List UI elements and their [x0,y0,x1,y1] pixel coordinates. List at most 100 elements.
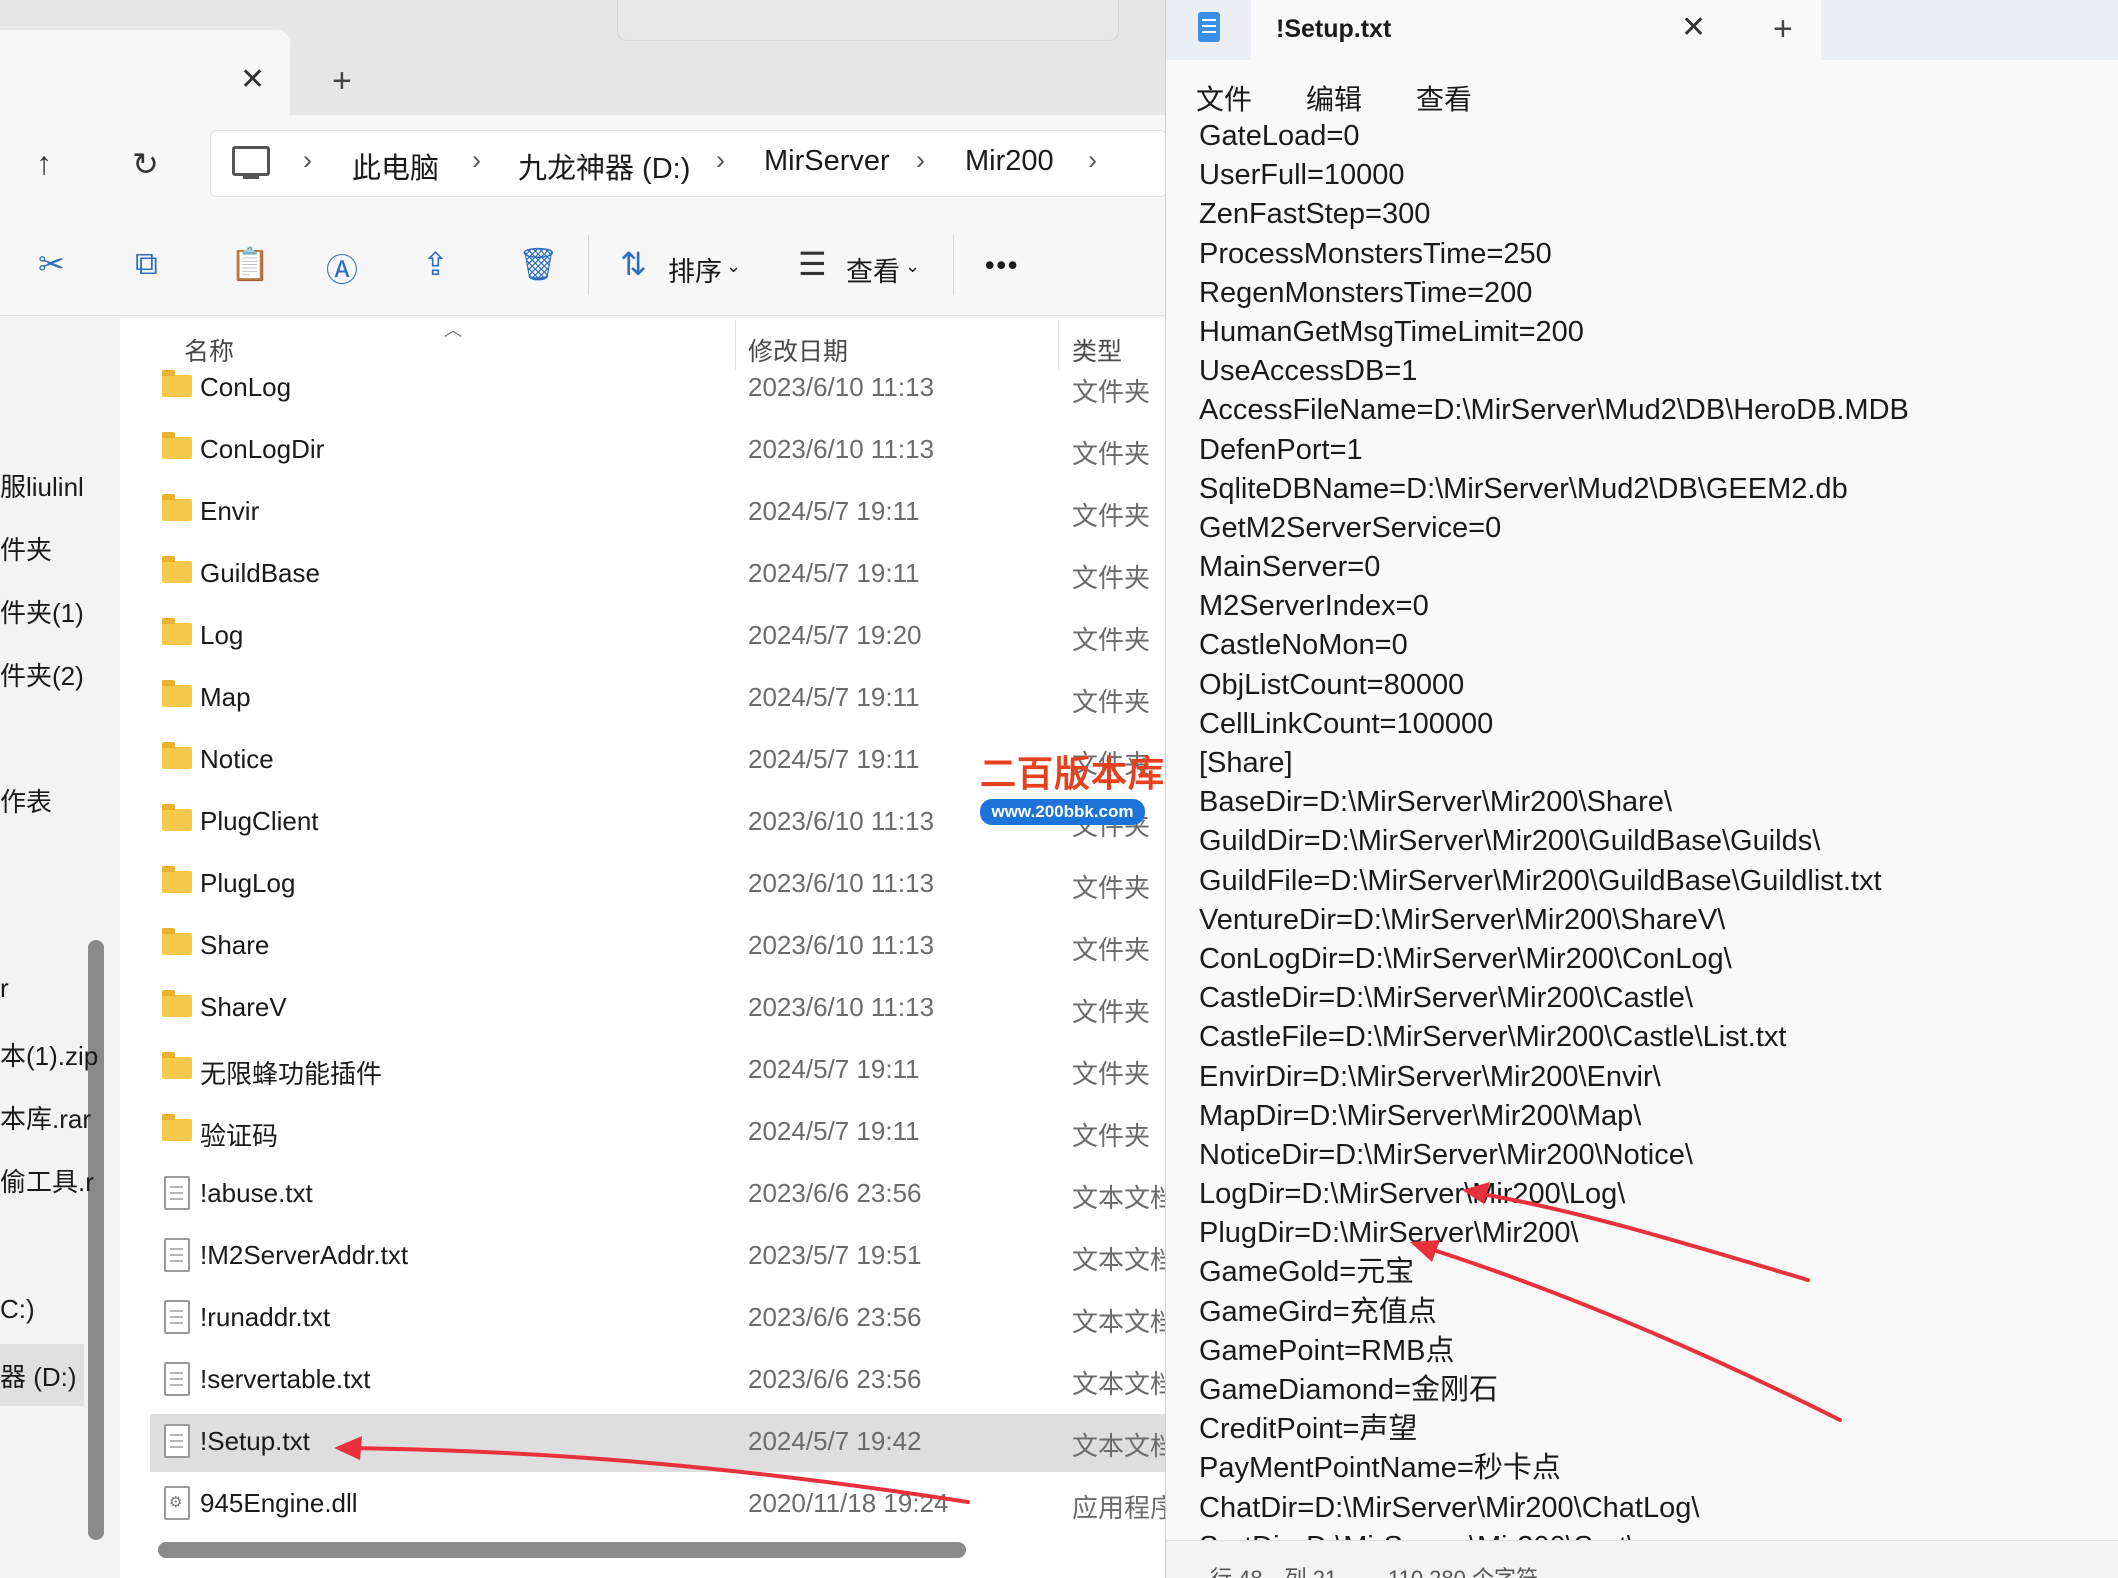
paste-icon[interactable]: 📋 [230,245,270,283]
file-row[interactable]: !M2ServerAddr.txt 2023/5/7 19:51 文本文档 [150,1228,1165,1286]
refresh-icon[interactable]: ↻ [132,145,159,183]
sidebar-item[interactable]: 服liulinl [0,467,84,504]
text-line[interactable]: GameGird=充值点 [1199,1293,1909,1332]
file-row[interactable]: 无限蜂功能插件 2024/5/7 19:11 文件夹 [150,1042,1165,1100]
file-row[interactable]: !abuse.txt 2023/6/6 23:56 文本文档 [150,1166,1165,1224]
file-row[interactable]: ConLog 2023/6/10 11:13 文件夹 [150,360,1165,418]
sidebar-item[interactable]: C:) [0,1294,35,1325]
text-line[interactable]: DefenPort=1 [1199,431,1909,470]
text-line[interactable]: GuildDir=D:\MirServer\Mir200\GuildBase\G… [1199,822,1909,861]
sidebar-item[interactable]: 件夹(2) [0,656,84,693]
text-line[interactable]: GateLoad=0 [1199,122,1909,156]
text-line[interactable]: RegenMonstersTime=200 [1199,274,1909,313]
close-tab-icon[interactable]: ✕ [240,62,265,97]
text-line[interactable]: ConLogDir=D:\MirServer\Mir200\ConLog\ [1199,940,1909,979]
text-line[interactable]: CellLinkCount=100000 [1199,705,1909,744]
sidebar-item[interactable]: 本库.rar [0,1099,91,1136]
rename-icon[interactable]: Ⓐ [326,245,358,291]
text-line[interactable]: BaseDir=D:\MirServer\Mir200\Share\ [1199,783,1909,822]
share-icon[interactable]: ⇪ [422,245,449,283]
text-line[interactable]: PayMentPointName=秒卡点 [1199,1449,1909,1488]
sidebar-item[interactable]: 件夹 [0,530,52,567]
chevron-right-icon[interactable]: › [716,145,725,176]
text-line[interactable]: MapDir=D:\MirServer\Mir200\Map\ [1199,1097,1909,1136]
text-line[interactable]: HumanGetMsgTimeLimit=200 [1199,313,1909,352]
chevron-right-icon[interactable]: › [472,145,481,176]
file-row[interactable]: !runaddr.txt 2023/6/6 23:56 文本文档 [150,1290,1165,1348]
text-line[interactable]: [Share] [1199,744,1909,783]
menu-file[interactable]: 文件 [1196,78,1252,118]
chevron-right-icon[interactable]: › [916,145,925,176]
sidebar-item[interactable]: 器 (D:) [0,1357,77,1394]
text-editor-area[interactable]: GateLoad=0 UserFull=10000 ZenFastStep=300 P… [1199,122,2099,1540]
sort-button[interactable]: 排序 [668,250,722,289]
text-line[interactable]: VentureDir=D:\MirServer\Mir200\ShareV\ [1199,901,1909,940]
text-line[interactable]: EnvirDir=D:\MirServer\Mir200\Envir\ [1199,1058,1909,1097]
text-line[interactable]: MainServer=0 [1199,548,1909,587]
file-row[interactable]: Log 2024/5/7 19:20 文件夹 [150,608,1165,666]
text-line[interactable]: SqliteDBName=D:\MirServer\Mud2\DB\GEEM2.… [1199,470,1909,509]
this-pc-icon[interactable] [232,146,270,179]
file-row[interactable]: Map 2024/5/7 19:11 文件夹 [150,670,1165,728]
file-row[interactable]: ShareV 2023/6/10 11:13 文件夹 [150,980,1165,1038]
copy-icon[interactable]: ⧉ [135,245,158,283]
text-line[interactable]: UseAccessDB=1 [1199,352,1909,391]
chevron-down-icon[interactable]: ⌄ [726,256,741,277]
file-row[interactable]: ConLogDir 2023/6/10 11:13 文件夹 [150,422,1165,480]
up-arrow-icon[interactable]: ↑ [36,145,52,182]
view-list-icon[interactable]: ☰ [798,245,827,283]
breadcrumb-mirserver[interactable]: MirServer [764,145,890,178]
file-row[interactable]: !Setup.txt 2024/5/7 19:42 文本文档 [150,1414,1165,1472]
text-line[interactable]: M2ServerIndex=0 [1199,587,1909,626]
sidebar-item[interactable]: r [0,973,9,1004]
new-tab-button[interactable]: + [1773,10,1793,49]
text-line[interactable]: GameGold=元宝 [1199,1253,1909,1292]
text-line[interactable]: ChatDir=D:\MirServer\Mir200\ChatLog\ [1199,1489,1909,1528]
breadcrumb-this-pc[interactable]: 此电脑 [352,145,439,187]
sidebar-item[interactable]: 件夹(1) [0,593,84,630]
text-line[interactable]: CastleNoMon=0 [1199,626,1909,665]
text-line[interactable]: SortDir=D:\MirServer\Mir200\Sort\ [1199,1528,1909,1540]
sidebar-item[interactable]: 本(1).zip [0,1036,98,1073]
text-line[interactable]: ObjListCount=80000 [1199,666,1909,705]
sidebar-item[interactable]: 作表 [0,782,52,819]
more-options-button[interactable]: ••• [985,250,1019,281]
text-line[interactable]: PlugDir=D:\MirServer\Mir200\ [1199,1214,1909,1253]
text-line[interactable]: CastleDir=D:\MirServer\Mir200\Castle\ [1199,979,1909,1018]
cut-icon[interactable]: ✂ [38,245,65,283]
close-tab-icon[interactable]: ✕ [1681,10,1706,45]
text-line[interactable]: ProcessMonstersTime=250 [1199,235,1909,274]
menu-view[interactable]: 查看 [1416,78,1472,118]
notepad-tab-title[interactable]: !Setup.txt [1276,15,1391,44]
file-row[interactable]: Envir 2024/5/7 19:11 文件夹 [150,484,1165,542]
text-line[interactable]: GamePoint=RMB点 [1199,1332,1909,1371]
text-line[interactable]: LogDir=D:\MirServer\Mir200\Log\ [1199,1175,1909,1214]
text-line[interactable]: GuildFile=D:\MirServer\Mir200\GuildBase\… [1199,862,1909,901]
text-line[interactable]: CreditPoint=声望 [1199,1410,1909,1449]
menu-edit[interactable]: 编辑 [1306,78,1362,118]
sidebar-scrollbar[interactable] [88,940,104,1540]
file-row[interactable]: 945Engine.dll 2020/11/18 19:24 应用程序 [150,1476,1165,1534]
sidebar-item[interactable]: 偷工具.r [0,1162,94,1199]
breadcrumb-drive-d[interactable]: 九龙神器 (D:) [518,145,690,187]
text-line[interactable]: GameDiamond=金刚石 [1199,1371,1909,1410]
text-line[interactable]: NoticeDir=D:\MirServer\Mir200\Notice\ [1199,1136,1909,1175]
text-line[interactable]: ZenFastStep=300 [1199,195,1909,234]
file-row[interactable]: !servertable.txt 2023/6/6 23:56 文本文档 [150,1352,1165,1410]
file-row[interactable]: Share 2023/6/10 11:13 文件夹 [150,918,1165,976]
chevron-right-icon[interactable]: › [303,145,312,176]
new-tab-button[interactable]: + [332,62,352,101]
text-line[interactable]: UserFull=10000 [1199,156,1909,195]
sort-icon[interactable]: ⇅ [620,245,647,283]
horizontal-scrollbar[interactable] [158,1542,966,1558]
chevron-right-icon[interactable]: › [1088,145,1097,176]
background-window-tab[interactable] [617,0,1119,41]
breadcrumb-mir200[interactable]: Mir200 [965,145,1054,178]
view-button[interactable]: 查看 [846,250,900,289]
delete-icon[interactable]: 🗑 [518,245,559,283]
chevron-down-icon[interactable]: ⌄ [905,256,920,277]
file-row[interactable]: GuildBase 2024/5/7 19:11 文件夹 [150,546,1165,604]
file-row[interactable]: PlugLog 2023/6/10 11:13 文件夹 [150,856,1165,914]
text-line[interactable]: GetM2ServerService=0 [1199,509,1909,548]
text-line[interactable]: CastleFile=D:\MirServer\Mir200\Castle\Li… [1199,1018,1909,1057]
